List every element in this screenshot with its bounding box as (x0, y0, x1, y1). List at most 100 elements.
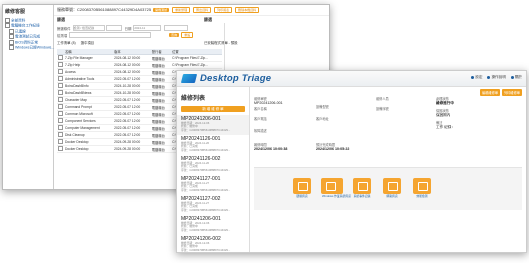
event-log-tool[interactable]: 系統事件記錄 (352, 178, 372, 198)
table-cell: 電腦機台 (150, 131, 172, 139)
checkbox-icon[interactable] (58, 69, 63, 74)
sidebar-title: 維修客服 (5, 9, 26, 15)
row-checkbox[interactable] (57, 103, 64, 111)
checkbox-icon[interactable] (58, 104, 63, 109)
row-checkbox[interactable] (57, 82, 64, 90)
row-checkbox[interactable] (57, 54, 64, 62)
table-cell: 2024-08-12 00:00 (113, 68, 151, 76)
windows-info-tool[interactable]: Windows 作業系統資訊 (321, 178, 351, 198)
row-checkbox[interactable] (57, 145, 64, 153)
row-checkbox[interactable] (57, 75, 64, 83)
filter-input[interactable] (105, 25, 122, 31)
row-checkbox[interactable] (57, 138, 64, 146)
checkbox-icon[interactable] (58, 111, 63, 116)
header-links: 設定 操作說明 關於 (471, 75, 522, 80)
table-row[interactable]: 7-Zip Help 2024-08-12 00:00 電腦機台 C:\Program… (57, 61, 222, 69)
checkbox-icon[interactable] (58, 132, 63, 137)
about-link[interactable]: 關於 (510, 75, 522, 80)
checkbox-icon[interactable] (58, 62, 63, 67)
repair-detail-panel: 編輯維修單 列印維修單 維修單號 MP20241206-001 客戶名稱 客戶電話… (250, 87, 526, 252)
date-input[interactable]: 2024-11 (133, 25, 162, 31)
checkbox-icon[interactable] (58, 139, 63, 144)
repair-record-item[interactable]: MP20241206-002 維修日期：2024-12-06 狀態：維修中 序號：C2… (177, 235, 249, 252)
table-cell: Disk Cleanup (64, 131, 114, 139)
network-info-tool[interactable]: 網路資訊 (382, 178, 402, 198)
record-meta: 序號：C2008370B561088897C44329... (181, 127, 231, 132)
row-checkbox[interactable] (57, 89, 64, 97)
repair-record-item[interactable]: MP20241127-002 維修日期：2024-11-27 狀態：已完成 序號：C2… (177, 195, 249, 215)
row-checkbox[interactable] (57, 131, 64, 139)
table-cell: 2024-10-28 00:00 (113, 82, 151, 90)
section-title: 篩選 (57, 17, 65, 22)
table-cell: 電腦機台 (150, 145, 172, 153)
table-cell: 電腦機台 (150, 68, 172, 76)
repair-record-item[interactable]: MP20241206-001 維修日期：2024-12-06 狀態：維修中 序號：C2… (177, 215, 249, 235)
row-checkbox[interactable] (57, 96, 64, 104)
field-status: 處理狀態 維修進行中 (436, 97, 454, 105)
keyword-input[interactable] (69, 32, 152, 38)
checkbox-icon[interactable] (58, 83, 63, 88)
checkbox-icon[interactable] (9, 45, 14, 51)
export-button[interactable]: 匯出資料 (193, 7, 212, 13)
hardware-info-tool[interactable]: 硬體資訊 (292, 178, 312, 198)
table-cell: Docker Desktop (64, 145, 114, 153)
checkbox-icon[interactable] (58, 146, 63, 151)
network-icon (383, 178, 401, 194)
desktop-triage-window: Desktop Triage 設定 操作說明 關於 維修列表 新 增 維 修 單… (176, 70, 527, 253)
checkbox-icon[interactable] (5, 23, 10, 29)
row-checkbox[interactable] (57, 124, 64, 132)
repair-record-item[interactable]: MP20241127-001 維修日期：2024-11-27 狀態：已完成 序號：C2… (177, 175, 249, 195)
checkbox-icon[interactable] (5, 18, 10, 23)
delete-button[interactable]: 刪除本機資料 (235, 7, 260, 13)
settings-link[interactable]: 設定 (471, 75, 482, 80)
refresh-button[interactable]: 重新整理 (172, 7, 191, 13)
help-link[interactable]: 操作說明 (487, 75, 506, 80)
record-meta: 序號：C2008370B561088897C44329... (181, 147, 231, 152)
status-badge: 開機測試 (153, 8, 170, 12)
print-button[interactable]: 列印報表 (214, 7, 233, 13)
repair-record-item[interactable]: MP20241206-001 維修日期：2024-12-06 狀態：維修中 序號：C2… (177, 115, 249, 135)
tree-node[interactable]: Windows已經Windows... (3, 45, 54, 51)
field-customer-address: 客戶地址 (316, 117, 329, 121)
checkbox-icon[interactable] (58, 76, 63, 81)
field-eta: 預計完成時間 2024/12/06 10:05:22 (316, 143, 350, 151)
table-cell: Common Microsoft (64, 110, 114, 118)
new-repair-button[interactable]: 新 增 維 修 單 (181, 106, 245, 112)
table-cell: 2022-05-07 12:00 (113, 124, 151, 132)
row-checkbox[interactable] (57, 61, 64, 69)
checkbox-icon[interactable] (9, 39, 14, 45)
reset-button[interactable]: 重設 (181, 32, 194, 38)
repair-form: 維修單號 MP20241206-001 客戶名稱 客戶電話 設備型號 客戶地址 維… (254, 94, 522, 162)
date-input-end[interactable] (164, 25, 189, 31)
checkbox-icon[interactable] (58, 90, 63, 95)
table-cell: 2022-05-07 12:00 (113, 103, 151, 111)
table-cell: 2024-08-12 00:00 (113, 54, 151, 62)
app-title: Desktop Triage (200, 73, 272, 84)
record-meta: 序號：C2008370B561088897C44329... (181, 167, 231, 172)
performance-test-tool[interactable]: 效能檢測 (412, 178, 432, 198)
repair-record-item[interactable]: MP20241126-001 維修日期：2024-11-26 狀態：已完成 序號：C2… (177, 135, 249, 155)
filter-select[interactable]: 檢測 / 檢查紀錄 (72, 25, 105, 31)
checkbox-icon[interactable] (9, 28, 14, 34)
table-cell: 電腦機台 (150, 75, 172, 83)
checkbox-icon[interactable] (58, 125, 63, 130)
checkbox-icon[interactable] (9, 34, 14, 40)
field-device-serial: 設備序號 (376, 107, 389, 111)
repair-record-item[interactable]: MP20241126-002 維修日期：2024-11-26 狀態：已完成 序號：C2… (177, 155, 249, 175)
section-title-right: 篩選 (204, 17, 212, 22)
table-row[interactable]: 7-Zip File Manager 2024-08-12 00:00 電腦機台 C:… (57, 54, 222, 62)
search-button[interactable]: 查詢 (169, 33, 180, 37)
checkbox-icon[interactable] (58, 118, 63, 123)
table-cell: 2022-05-07 12:00 (113, 131, 151, 139)
checkbox-icon[interactable] (58, 97, 63, 102)
table-cell: 2022-05-07 12:00 (113, 75, 151, 83)
field-notes: 備註 工作 紀錄： (436, 121, 455, 129)
table-cell: Command Prompt (64, 103, 114, 111)
field-fault: 故障描述 (254, 129, 267, 133)
row-checkbox[interactable] (57, 68, 64, 76)
row-checkbox[interactable] (57, 110, 64, 118)
row-checkbox[interactable] (57, 117, 64, 125)
checkbox-icon[interactable] (58, 55, 63, 60)
table-cell: 電腦機台 (150, 82, 172, 90)
table-cell: 2022-05-07 12:00 (113, 110, 151, 118)
